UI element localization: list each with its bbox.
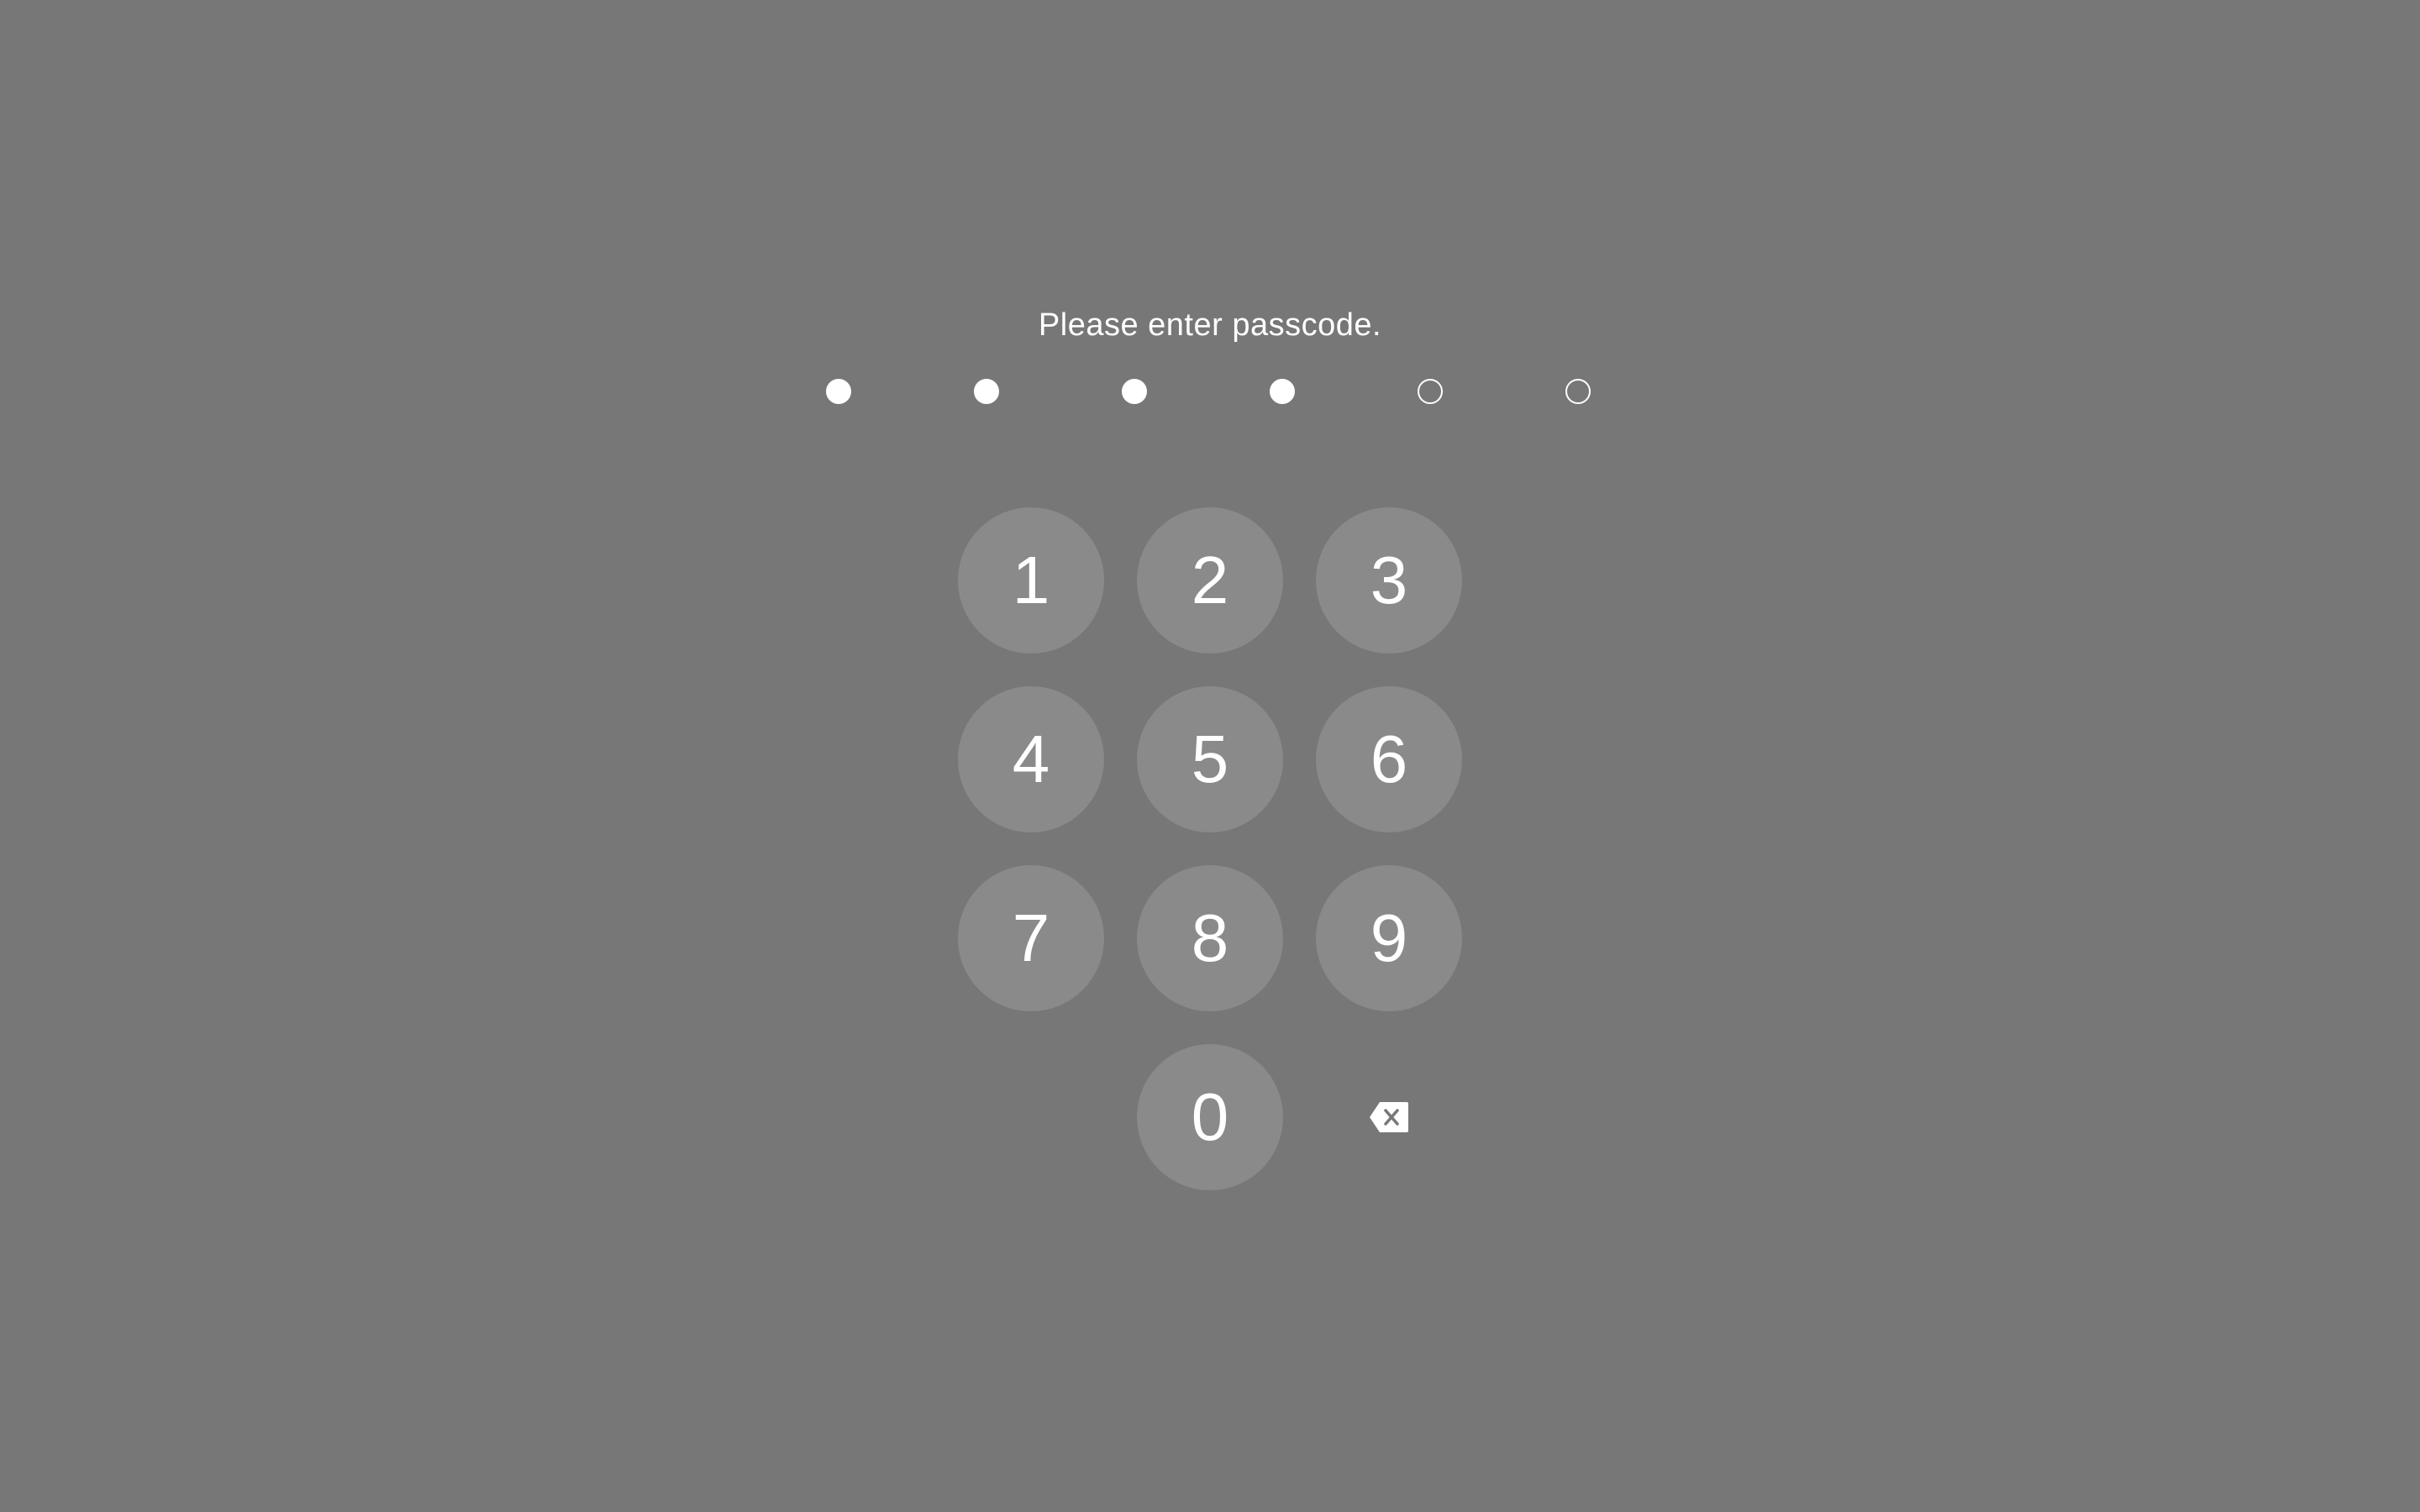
passcode-dot bbox=[1565, 379, 1591, 404]
key-label: 8 bbox=[1191, 900, 1229, 975]
passcode-screen: Please enter passcode. 1 2 3 4 5 6 7 8 9… bbox=[0, 0, 2420, 1512]
key-9[interactable]: 9 bbox=[1316, 865, 1462, 1011]
key-label: 6 bbox=[1370, 722, 1408, 796]
key-0[interactable]: 0 bbox=[1137, 1044, 1283, 1190]
key-6[interactable]: 6 bbox=[1316, 686, 1462, 832]
key-8[interactable]: 8 bbox=[1137, 865, 1283, 1011]
key-label: 3 bbox=[1370, 543, 1408, 617]
key-1[interactable]: 1 bbox=[958, 507, 1104, 654]
key-2[interactable]: 2 bbox=[1137, 507, 1283, 654]
delete-button[interactable] bbox=[1316, 1044, 1462, 1190]
delete-backspace-icon bbox=[1370, 1102, 1408, 1132]
passcode-indicator bbox=[826, 379, 1594, 407]
key-3[interactable]: 3 bbox=[1316, 507, 1462, 654]
passcode-dot bbox=[826, 379, 851, 404]
passcode-prompt: Please enter passcode. bbox=[1038, 307, 1382, 343]
key-label: 0 bbox=[1191, 1079, 1229, 1154]
key-label: 7 bbox=[1012, 900, 1050, 975]
key-label: 2 bbox=[1191, 543, 1229, 617]
passcode-dot bbox=[1270, 379, 1295, 404]
numeric-keypad: 1 2 3 4 5 6 7 8 9 0 bbox=[958, 507, 1462, 1190]
key-7[interactable]: 7 bbox=[958, 865, 1104, 1011]
passcode-dot bbox=[1122, 379, 1147, 404]
key-label: 5 bbox=[1191, 722, 1229, 796]
key-label: 1 bbox=[1012, 543, 1050, 617]
key-label: 4 bbox=[1012, 722, 1050, 796]
passcode-dot bbox=[974, 379, 999, 404]
passcode-dot bbox=[1418, 379, 1443, 404]
key-label: 9 bbox=[1370, 900, 1408, 975]
key-5[interactable]: 5 bbox=[1137, 686, 1283, 832]
key-4[interactable]: 4 bbox=[958, 686, 1104, 832]
